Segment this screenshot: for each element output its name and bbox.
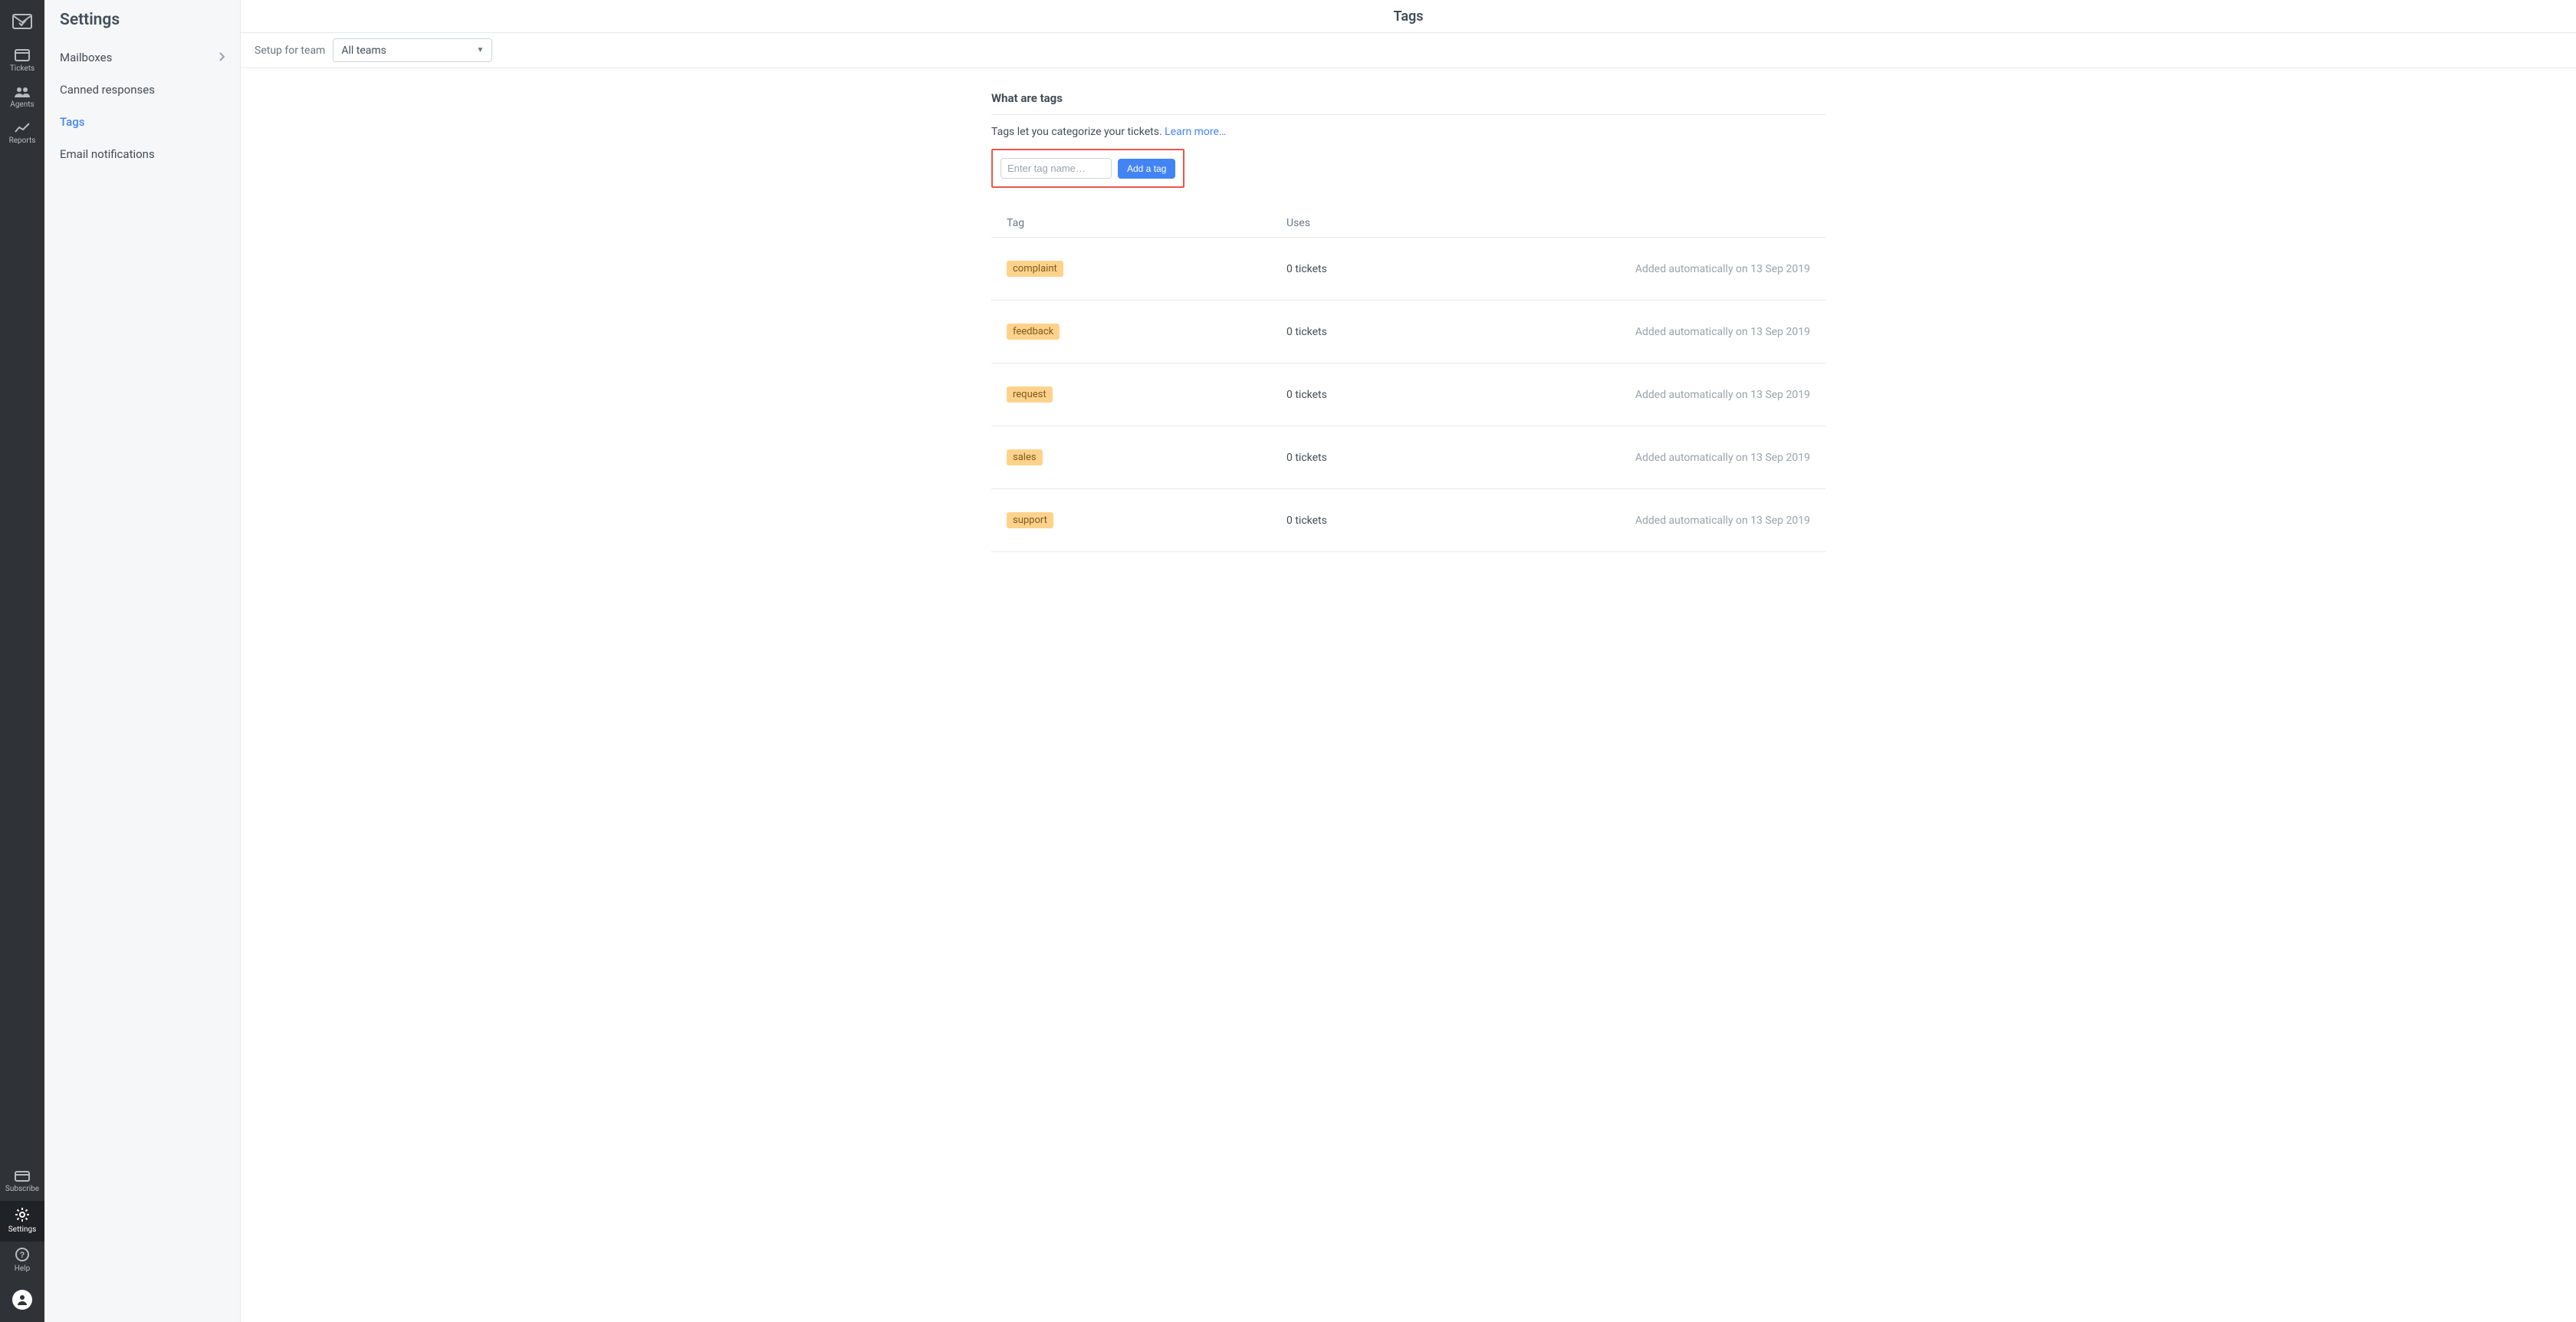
agents-icon: [14, 87, 31, 97]
tag-row[interactable]: request 0 tickets Added automatically on…: [991, 363, 1825, 426]
nav-subscribe-label: Subscribe: [5, 1185, 39, 1193]
submenu-item-label: Canned responses: [60, 83, 155, 97]
tag-chip: request: [1007, 386, 1053, 403]
add-tag-button[interactable]: Add a tag: [1118, 159, 1175, 179]
nav-help-label: Help: [15, 1264, 30, 1273]
content: What are tags Tags let you categorize yo…: [948, 68, 1868, 575]
team-select[interactable]: All teams ▼: [333, 38, 492, 62]
submenu-item-email-notifications[interactable]: Email notifications: [44, 138, 240, 170]
tag-note: Added automatically on 13 Sep 2019: [1470, 326, 1810, 338]
tag-note: Added automatically on 13 Sep 2019: [1470, 452, 1810, 464]
tag-uses: 0 tickets: [1286, 389, 1470, 401]
tag-chip: sales: [1007, 449, 1043, 465]
user-avatar[interactable]: [12, 1290, 32, 1310]
submenu-title: Settings: [44, 0, 240, 41]
tags-table-header: Tag Uses: [991, 209, 1825, 238]
col-tag-header: Tag: [1007, 217, 1286, 229]
description-text: Tags let you categorize your tickets.: [991, 126, 1165, 138]
help-icon: ?: [15, 1248, 29, 1261]
tag-uses: 0 tickets: [1286, 515, 1470, 527]
nav-reports[interactable]: Reports: [0, 117, 44, 153]
submenu-item-label: Tags: [60, 115, 84, 129]
tag-uses: 0 tickets: [1286, 263, 1470, 275]
tag-note: Added automatically on 13 Sep 2019: [1470, 263, 1810, 275]
svg-text:?: ?: [20, 1251, 25, 1260]
learn-more-link[interactable]: Learn more…: [1165, 126, 1226, 138]
filter-bar: Setup for team All teams ▼: [241, 33, 2576, 68]
chevron-right-icon: [219, 51, 225, 64]
tag-note: Added automatically on 13 Sep 2019: [1470, 389, 1810, 401]
main-area: Tags Setup for team All teams ▼ What are…: [241, 0, 2576, 1322]
envelope-check-icon: [12, 14, 32, 29]
page-title: Tags: [241, 0, 2576, 33]
tag-chip: support: [1007, 512, 1053, 528]
nav-agents-label: Agents: [10, 100, 34, 109]
nav-settings[interactable]: Settings: [0, 1201, 44, 1241]
submenu-item-canned-responses[interactable]: Canned responses: [44, 74, 240, 106]
nav-settings-label: Settings: [8, 1225, 37, 1234]
section-heading: What are tags: [991, 91, 1825, 105]
nav-agents[interactable]: Agents: [0, 81, 44, 117]
tag-chip: complaint: [1007, 261, 1063, 277]
submenu-item-tags[interactable]: Tags: [44, 106, 240, 138]
app-logo: [0, 5, 44, 38]
gear-icon: [15, 1207, 30, 1222]
settings-submenu: Settings Mailboxes Canned responses Tags…: [44, 0, 241, 1322]
tags-description: Tags let you categorize your tickets. Le…: [991, 126, 1825, 138]
ticket-icon: [15, 49, 30, 61]
tag-row[interactable]: support 0 tickets Added automatically on…: [991, 489, 1825, 552]
tag-uses: 0 tickets: [1286, 326, 1470, 338]
submenu-item-mailboxes[interactable]: Mailboxes: [44, 41, 240, 74]
filter-label: Setup for team: [255, 44, 325, 57]
col-uses-header: Uses: [1286, 217, 1470, 229]
submenu-item-label: Mailboxes: [60, 51, 112, 64]
nav-rail: Tickets Agents Reports Subscribe Setting…: [0, 0, 44, 1322]
tag-row[interactable]: complaint 0 tickets Added automatically …: [991, 238, 1825, 301]
tag-note: Added automatically on 13 Sep 2019: [1470, 515, 1810, 527]
team-select-value: All teams: [341, 44, 386, 57]
submenu-item-label: Email notifications: [60, 147, 155, 161]
tag-uses: 0 tickets: [1286, 452, 1470, 464]
chevron-down-icon: ▼: [476, 46, 484, 54]
nav-subscribe[interactable]: Subscribe: [0, 1165, 44, 1201]
tag-row[interactable]: feedback 0 tickets Added automatically o…: [991, 301, 1825, 363]
tag-name-input[interactable]: [1001, 158, 1112, 179]
tag-row[interactable]: sales 0 tickets Added automatically on 1…: [991, 426, 1825, 489]
nav-help[interactable]: ? Help: [0, 1241, 44, 1281]
add-tag-highlight: Add a tag: [991, 149, 1184, 188]
reports-icon: [15, 123, 30, 133]
card-icon: [15, 1171, 30, 1182]
person-icon: [16, 1294, 28, 1306]
tag-chip: feedback: [1007, 324, 1060, 340]
nav-tickets-label: Tickets: [10, 64, 34, 73]
nav-tickets[interactable]: Tickets: [0, 43, 44, 81]
divider: [991, 114, 1825, 115]
nav-reports-label: Reports: [9, 136, 36, 145]
